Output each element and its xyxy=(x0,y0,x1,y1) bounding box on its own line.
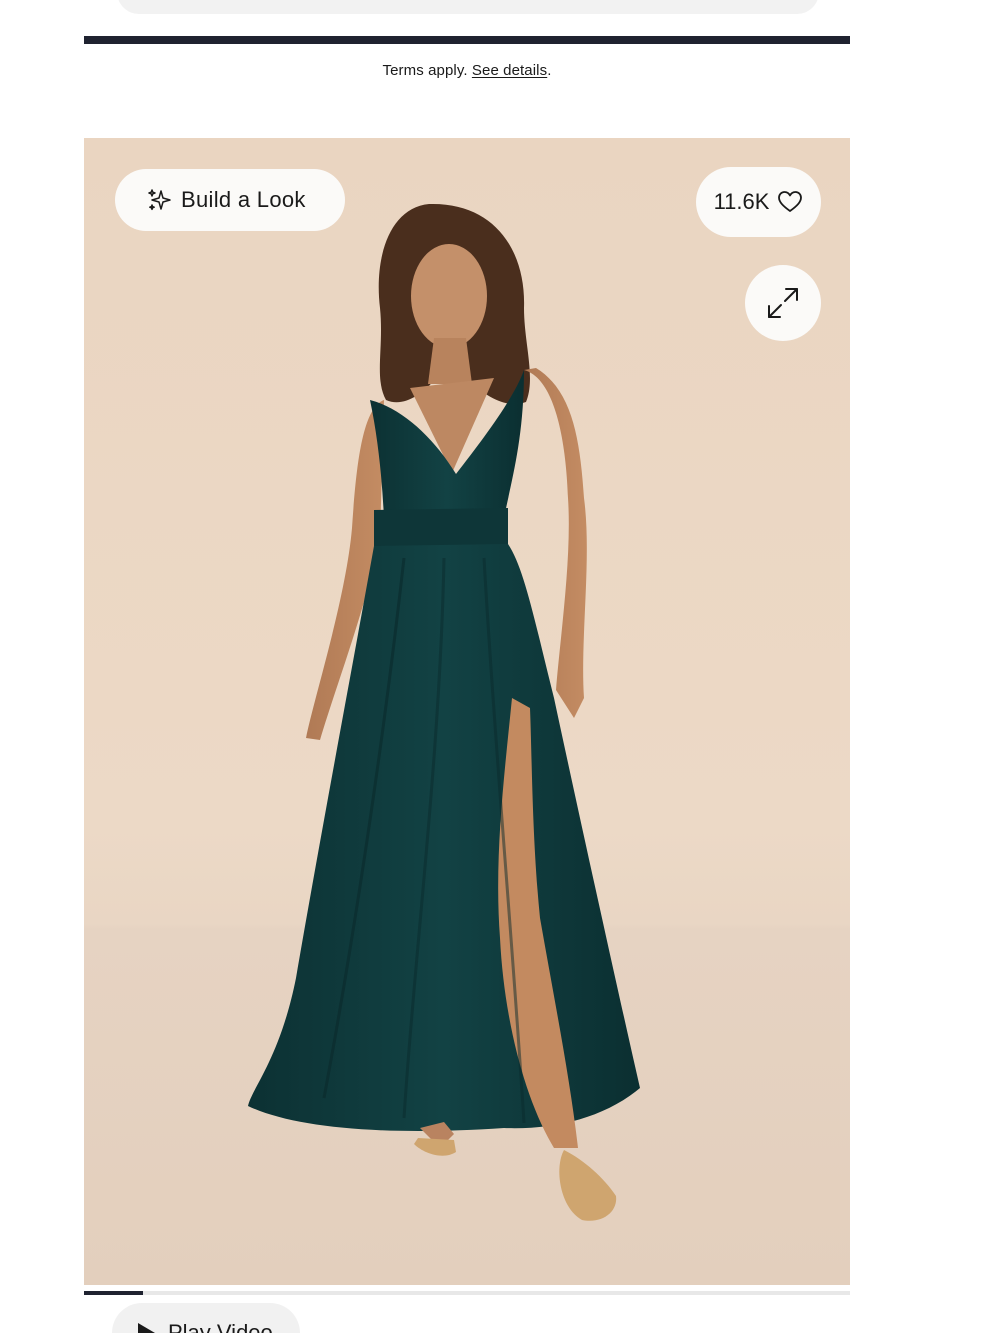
heart-icon xyxy=(778,191,803,212)
terms-notice: Terms apply. See details. xyxy=(84,62,850,79)
expand-arrows-icon xyxy=(768,288,798,318)
see-details-link[interactable]: See details xyxy=(472,62,547,79)
expand-image-button[interactable] xyxy=(745,265,821,341)
favorite-button[interactable]: 11.6K xyxy=(696,167,821,237)
play-video-button[interactable]: Play Video xyxy=(112,1303,300,1333)
product-image[interactable]: Build a Look 11.6K xyxy=(84,138,850,1285)
build-a-look-button[interactable]: Build a Look xyxy=(115,169,345,231)
likes-count: 11.6K xyxy=(713,189,770,214)
terms-period: . xyxy=(547,62,552,79)
play-video-label: Play Video xyxy=(168,1320,273,1333)
dress-model-photo xyxy=(248,203,640,1221)
image-carousel-progress-fill xyxy=(84,1291,143,1295)
build-a-look-label: Build a Look xyxy=(181,187,306,212)
terms-text: Terms apply. xyxy=(382,62,468,79)
sparkle-icon xyxy=(148,189,171,211)
search-bar-bottom[interactable] xyxy=(117,0,819,14)
promo-banner-bottom-edge xyxy=(84,36,850,44)
play-icon xyxy=(138,1323,155,1333)
image-carousel-progress xyxy=(84,1291,850,1295)
